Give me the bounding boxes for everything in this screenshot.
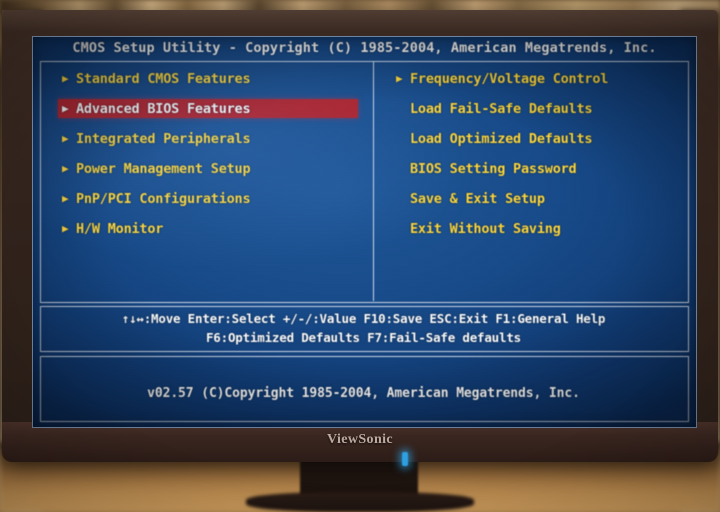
key-help-line-2: F6:Optimized Defaults F7:Fail-Safe defau… <box>205 330 521 345</box>
menu-item-hw-monitor[interactable]: ▶ H/W Monitor <box>58 219 358 238</box>
column-divider <box>373 62 374 301</box>
monitor-stand-base <box>246 492 474 512</box>
triangle-right-icon: ▶ <box>396 72 403 85</box>
menu-item-exit-without-saving[interactable]: Exit Without Saving <box>392 219 692 238</box>
left-menu-column: ▶ Standard CMOS Features ▶ Advanced BIOS… <box>58 69 358 249</box>
triangle-right-icon: ▶ <box>62 222 69 235</box>
menu-item-advanced-bios-features[interactable]: ▶ Advanced BIOS Features <box>58 99 358 118</box>
bios-version-text: v02.57 (C)Copyright 1985-2004, American … <box>147 386 580 401</box>
monitor-brand-label: ViewSonic <box>326 432 394 447</box>
menu-item-frequency-voltage-control[interactable]: ▶ Frequency/Voltage Control <box>392 69 692 88</box>
menu-item-label: BIOS Setting Password <box>410 160 577 177</box>
menu-item-load-optimized-defaults[interactable]: Load Optimized Defaults <box>392 129 692 148</box>
menu-item-label: Advanced BIOS Features <box>76 100 251 117</box>
menu-item-integrated-peripherals[interactable]: ▶ Integrated Peripherals <box>58 129 358 148</box>
menu-item-power-management-setup[interactable]: ▶ Power Management Setup <box>58 159 358 178</box>
triangle-right-icon: ▶ <box>62 102 69 115</box>
power-led-indicator <box>402 452 408 466</box>
triangle-right-icon: ▶ <box>62 72 69 85</box>
photo-scene: ViewSonic CMOS Setup Utility - Copyright… <box>0 0 720 512</box>
menu-item-label: Integrated Peripherals <box>76 130 251 147</box>
menu-item-save-and-exit-setup[interactable]: Save & Exit Setup <box>392 189 692 208</box>
bios-title: CMOS Setup Utility - Copyright (C) 1985-… <box>72 40 657 56</box>
bios-setup-utility: CMOS Setup Utility - Copyright (C) 1985-… <box>32 36 697 428</box>
monitor-screen: CMOS Setup Utility - Copyright (C) 1985-… <box>32 36 697 428</box>
menu-item-standard-cmos-features[interactable]: ▶ Standard CMOS Features <box>58 69 358 88</box>
menu-item-label: Load Optimized Defaults <box>410 130 593 147</box>
menu-item-bios-setting-password[interactable]: BIOS Setting Password <box>392 159 692 178</box>
menu-item-label: Load Fail-Safe Defaults <box>410 100 593 117</box>
triangle-right-icon: ▶ <box>62 192 69 205</box>
menu-item-label: H/W Monitor <box>76 220 164 237</box>
key-help-line-1: ↑↓↔:Move Enter:Select +/-/:Value F10:Sav… <box>121 311 606 326</box>
menu-item-label: PnP/PCI Configurations <box>76 190 251 207</box>
triangle-right-icon: ▶ <box>62 162 69 175</box>
bezel-highlight <box>2 10 718 32</box>
monitor-body: ViewSonic CMOS Setup Utility - Copyright… <box>2 10 718 462</box>
menu-item-label: Frequency/Voltage Control <box>410 70 609 87</box>
menu-item-load-fail-safe-defaults[interactable]: Load Fail-Safe Defaults <box>392 99 692 118</box>
menu-item-label: Save & Exit Setup <box>410 190 545 207</box>
menu-item-label: Power Management Setup <box>76 160 251 177</box>
right-menu-column: ▶ Frequency/Voltage Control Load Fail-Sa… <box>392 69 692 249</box>
menu-item-pnp-pci-configurations[interactable]: ▶ PnP/PCI Configurations <box>58 189 358 208</box>
menu-item-label: Exit Without Saving <box>410 220 561 237</box>
menu-item-label: Standard CMOS Features <box>76 70 251 87</box>
triangle-right-icon: ▶ <box>62 132 69 145</box>
